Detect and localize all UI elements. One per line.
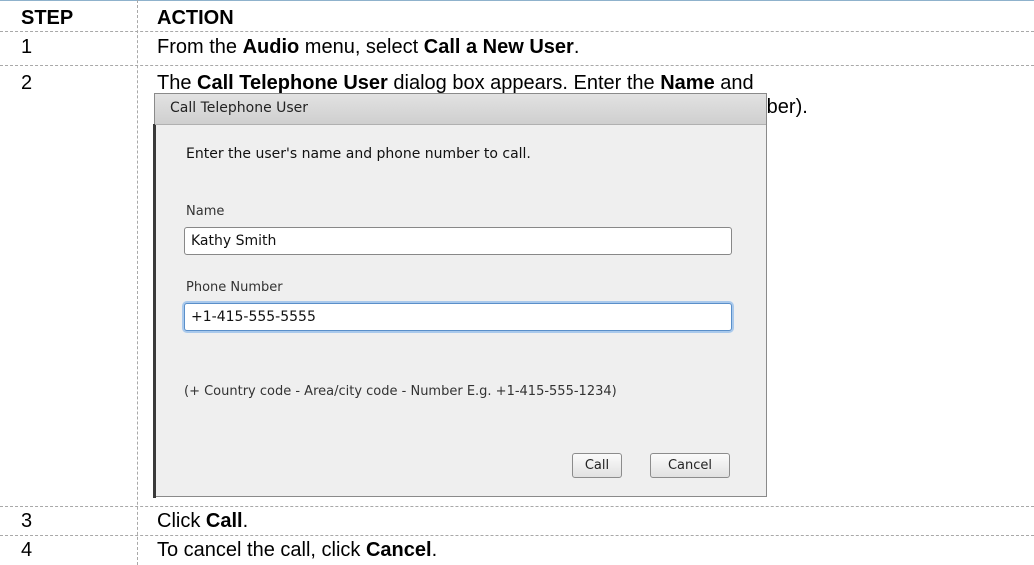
column-divider <box>137 0 138 565</box>
action-text-run: menu, select <box>299 36 424 58</box>
bold-term: Name <box>660 72 715 94</box>
dialog-shadow <box>153 124 156 498</box>
step-number: 3 <box>21 510 33 532</box>
row-separator <box>0 506 1034 507</box>
step-action-text: To cancel the call, click Cancel. <box>157 538 437 562</box>
step-number: 2 <box>21 72 33 94</box>
step-action-text: The Call Telephone User dialog box appea… <box>157 71 754 95</box>
bold-term: Call a New User <box>423 36 574 58</box>
dialog-title: Call Telephone User <box>170 100 309 116</box>
call-button[interactable]: Call <box>572 453 622 478</box>
action-text-run: From the <box>157 36 243 58</box>
table-top-rule <box>0 0 1034 1</box>
name-input-value: Kathy Smith <box>191 233 277 249</box>
action-text-run: . <box>573 36 580 58</box>
dialog-titlebar: Call Telephone User <box>155 94 766 125</box>
step-action-text: From the Audio menu, select Call a New U… <box>157 35 579 59</box>
action-text-run: and <box>714 72 754 94</box>
phone-number-input[interactable]: +1-415-555-5555 <box>184 303 732 331</box>
bold-term: Call Telephone User <box>197 72 388 94</box>
step-number: 1 <box>21 36 33 58</box>
row-separator <box>0 65 1034 66</box>
bold-term: Cancel <box>365 539 432 561</box>
bold-term: Call <box>205 510 243 532</box>
action-text-run: The <box>157 72 198 94</box>
action-text-run: Click <box>157 510 206 532</box>
row-separator <box>0 31 1034 32</box>
header-step: STEP <box>21 7 74 29</box>
action-text-run: dialog box appears. Enter the <box>387 72 661 94</box>
bold-term: Audio <box>242 36 300 58</box>
phone-number-label: Phone Number <box>186 280 283 295</box>
name-input[interactable]: Kathy Smith <box>184 227 732 255</box>
phone-number-input-value: +1-415-555-5555 <box>191 309 316 325</box>
header-action: ACTION <box>157 7 234 29</box>
action-text-run: To cancel the call, click <box>157 539 366 561</box>
action-text-run: . <box>242 510 249 532</box>
step-number: 4 <box>21 539 33 561</box>
dialog-instruction: Enter the user's name and phone number t… <box>186 146 531 162</box>
row-separator <box>0 535 1034 536</box>
action-text-run: . <box>431 539 438 561</box>
name-label: Name <box>186 204 225 219</box>
step-action-text: Click Call. <box>157 509 248 533</box>
call-telephone-user-dialog: Call Telephone User Enter the user's nam… <box>153 93 767 498</box>
cancel-button[interactable]: Cancel <box>650 453 730 478</box>
phone-format-hint: (+ Country code - Area/city code - Numbe… <box>184 384 617 399</box>
